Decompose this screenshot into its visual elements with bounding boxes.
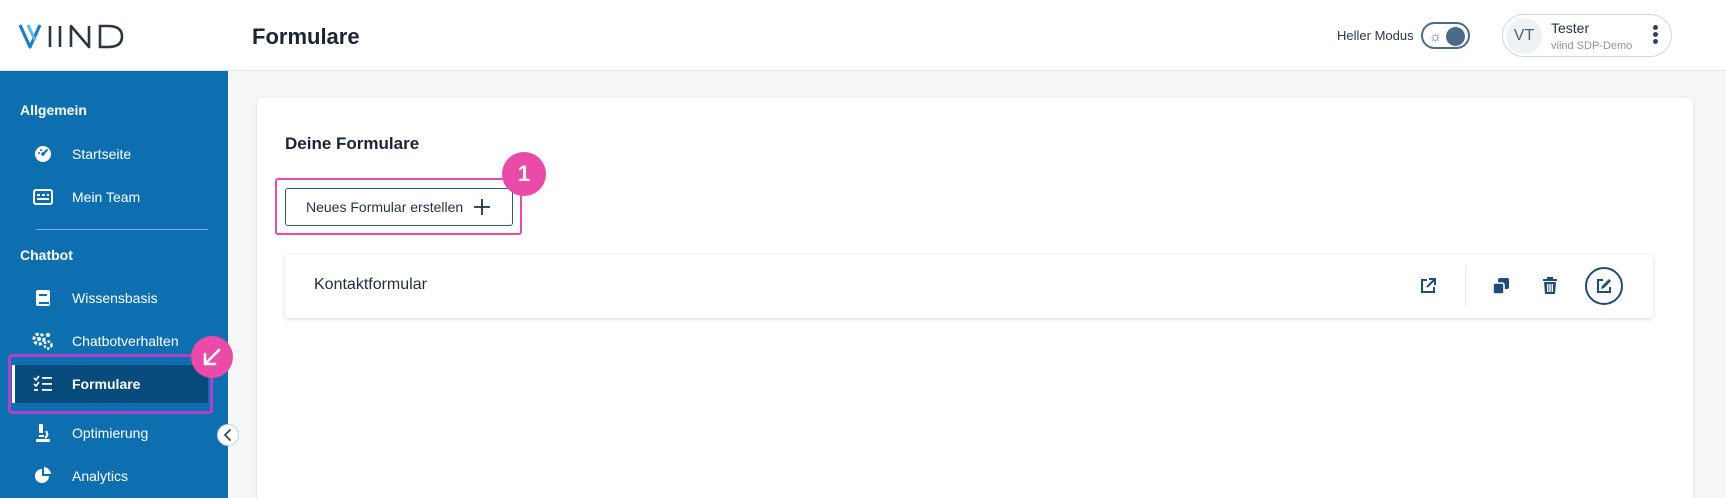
sidebar-item-label: Startseite <box>72 146 132 162</box>
list-item[interactable]: Kontaktformular <box>285 255 1653 318</box>
sidebar-item-mein-team[interactable]: Mein Team <box>12 178 208 216</box>
trash-icon[interactable] <box>1537 273 1563 299</box>
sidebar-item-wissensbasis[interactable]: Wissensbasis <box>12 279 208 317</box>
sidebar-item-label: Mein Team <box>72 189 141 205</box>
more-options-icon[interactable] <box>1653 25 1659 47</box>
top-header: Formulare Heller Modus ☼ VT Tester viind… <box>0 0 1726 71</box>
arrow-marker-icon <box>191 336 233 378</box>
sidebar-item-analytics[interactable]: Analytics <box>12 457 208 495</box>
dashboard-icon <box>32 143 54 165</box>
sidebar-item-label: Chatbotverhalten <box>72 333 179 349</box>
edit-button[interactable] <box>1585 267 1623 305</box>
sidebar-item-label: Formulare <box>72 376 141 392</box>
sun-icon: ☼ <box>1429 28 1442 44</box>
checklist-icon <box>32 373 54 395</box>
user-name: Tester <box>1551 20 1590 36</box>
user-organization: viind SDP-Demo <box>1551 40 1633 52</box>
plus-icon <box>474 199 491 215</box>
avatar: VT <box>1506 18 1542 54</box>
user-menu[interactable]: VT Tester viind SDP-Demo <box>1502 14 1672 57</box>
sidebar-item-label: Analytics <box>72 468 129 484</box>
theme-toggle[interactable]: ☼ <box>1421 22 1470 49</box>
theme-mode-label: Heller Modus <box>1337 28 1414 43</box>
microscope-icon <box>32 422 54 444</box>
sidebar-item-optimierung[interactable]: Optimierung <box>12 414 208 452</box>
team-card-icon <box>32 186 54 208</box>
sidebar-item-chatbotverhalten[interactable]: Chatbotverhalten <box>12 322 208 360</box>
chevron-left-icon <box>223 429 231 441</box>
new-form-button-label: Neues Formular erstellen <box>306 199 464 215</box>
sidebar-collapse-button[interactable] <box>217 424 239 446</box>
sidebar-divider <box>36 229 208 230</box>
section-title: Deine Formulare <box>285 134 420 153</box>
sidebar-item-label: Optimierung <box>72 425 149 441</box>
sidebar-section-chatbot: Chatbot <box>20 247 73 263</box>
pie-chart-icon <box>32 465 54 487</box>
gears-icon <box>32 330 54 352</box>
edit-icon <box>1597 279 1611 293</box>
form-name: Kontaktformular <box>314 276 427 293</box>
forms-card: Deine Formulare Neues Formular erstellen… <box>257 98 1693 498</box>
sidebar-section-allgemein: Allgemein <box>20 102 87 118</box>
step-marker: 1 <box>502 152 546 196</box>
sidebar-item-formulare[interactable]: Formulare <box>12 365 208 403</box>
row-divider <box>1465 266 1466 306</box>
sidebar-item-label: Wissensbasis <box>72 290 158 306</box>
viind-logo[interactable] <box>18 22 126 50</box>
page-title: Formulare <box>252 24 360 49</box>
sidebar: Allgemein Startseite Mein Team Chatbot W… <box>0 71 228 498</box>
open-external-icon[interactable] <box>1415 273 1441 299</box>
book-icon <box>32 287 54 309</box>
toggle-knob <box>1446 27 1465 46</box>
new-form-button[interactable]: Neues Formular erstellen <box>285 188 513 226</box>
duplicate-icon[interactable] <box>1488 273 1514 299</box>
sidebar-item-startseite[interactable]: Startseite <box>12 135 208 173</box>
